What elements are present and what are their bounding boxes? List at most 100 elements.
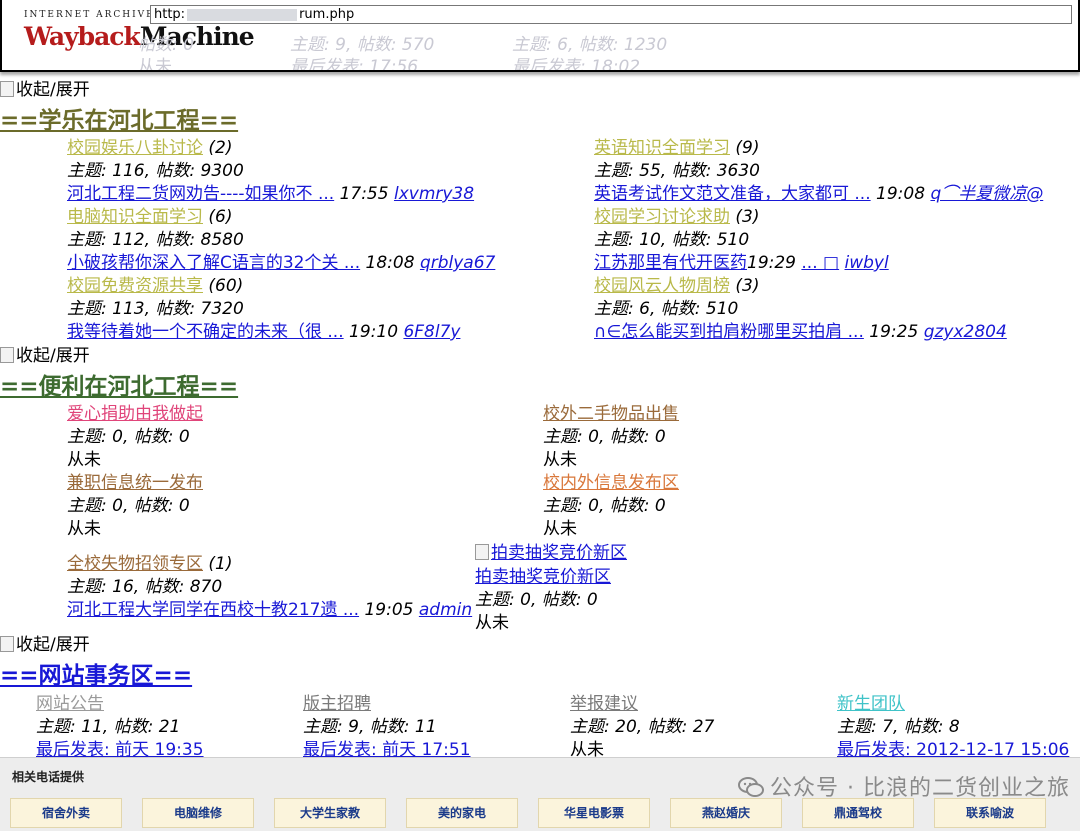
forum-stats: 主题: 10, 帖数: 510 [594, 230, 750, 250]
last-post-user[interactable]: gzyx2804 [924, 322, 1007, 342]
ghost-text: 最后发表: 17:56 [290, 57, 419, 72]
last-post: ∩∈怎么能买到拍肩粉哪里买拍肩 ... 19:25 gzyx2804 [594, 317, 1007, 342]
forum-entry: 电脑知识全面学习 (6) [67, 202, 233, 227]
phone-button-contact[interactable]: 联系喻波 [934, 798, 1046, 828]
collapse-toggle[interactable]: 收起/展开 [0, 75, 90, 100]
new-count: (6) [208, 207, 233, 227]
forum-link[interactable]: 校园学习讨论求助 [594, 207, 730, 227]
last-post-time: 18:08 [365, 253, 415, 273]
broken-image-icon [475, 544, 489, 560]
last-post-link-extra[interactable]: ... □ [801, 253, 839, 273]
forum-stats: 主题: 116, 帖数: 9300 [67, 161, 244, 181]
last-post-never: 从未 [67, 450, 101, 470]
category-title-convenience[interactable]: ==便利在河北工程== [0, 367, 238, 401]
new-count: (2) [208, 138, 233, 158]
ghost-text: 从未 [138, 57, 172, 72]
forum-link[interactable]: 网站公告 [36, 689, 104, 714]
forum-link[interactable]: 全校失物招领专区 [67, 554, 203, 574]
phone-button-dorm-takeout[interactable]: 宿舍外卖 [10, 798, 122, 828]
category-title-site-affairs[interactable]: ==网站事务区== [0, 656, 192, 690]
category-title-learning[interactable]: ==学乐在河北工程== [0, 101, 238, 135]
last-post-link[interactable]: 江苏那里有代开医药 [594, 253, 747, 273]
wayback-url-input[interactable]: http: rum.php [150, 5, 1072, 24]
last-post-link[interactable]: 英语考试作文范文准备，大家都可 ... [594, 184, 871, 204]
forum-entry: 校园学习讨论求助 (3) [594, 202, 760, 227]
forum-stats: 主题: 0, 帖数: 0 [67, 496, 190, 516]
last-post-time: 19:29 [747, 253, 796, 273]
last-post-time: 19:08 [876, 184, 926, 204]
forum-entry: 英语知识全面学习 (9) [594, 133, 760, 158]
forum-stats: 主题: 9, 帖数: 11 [303, 717, 437, 737]
phone-button-appliances[interactable]: 美的家电 [406, 798, 518, 828]
last-post-user[interactable]: iwbyl [845, 253, 889, 273]
forum-link[interactable]: 校园风云人物周榜 [594, 276, 730, 296]
forum-link[interactable]: 校园免费资源共享 [67, 276, 203, 296]
forum-entry: 全校失物招领专区 (1) [67, 549, 233, 574]
new-count: (3) [735, 276, 760, 296]
last-post-user[interactable]: qrblya67 [420, 253, 495, 273]
last-post: 江苏那里有代开医药19:29 ... □ iwbyl [594, 248, 889, 273]
last-post-link[interactable]: 小破孩帮你深入了解C语言的32个关 ... [67, 253, 360, 273]
last-post-user[interactable]: admin [419, 600, 472, 620]
forum-stats: 主题: 0, 帖数: 0 [543, 427, 666, 447]
url-prefix: http: [154, 7, 186, 22]
last-post: 我等待着她一个不确定的未来（很 ... 19:10 6F8l7y [67, 317, 460, 342]
forum-stats: 主题: 0, 帖数: 0 [543, 496, 666, 516]
forum-link[interactable]: 校园娱乐八卦讨论 [67, 138, 203, 158]
forum-link[interactable]: 兼职信息统一发布 [67, 468, 203, 493]
broken-image-icon [0, 81, 14, 97]
collapse-toggle[interactable]: 收起/展开 [0, 341, 90, 366]
forum-stats: 主题: 11, 帖数: 21 [36, 717, 181, 737]
forum-link[interactable]: 校内外信息发布区 [543, 468, 679, 493]
forum-entry: 校园风云人物周榜 (3) [594, 271, 760, 296]
last-post-never: 从未 [543, 450, 577, 470]
last-post-never: 从未 [67, 519, 101, 539]
url-redacted [187, 8, 298, 21]
forum-link[interactable]: 新生团队 [837, 689, 905, 714]
forum-link[interactable]: 举报建议 [570, 689, 638, 714]
phone-button-tutoring[interactable]: 大学生家教 [274, 798, 386, 828]
forum-link[interactable]: 英语知识全面学习 [594, 138, 730, 158]
last-post-link[interactable]: 河北工程大学同学在西校十教217遗 ... [67, 600, 359, 620]
last-post-never: 从未 [475, 613, 509, 633]
phone-panel: 相关电话提供 公众号 · 比浪的二货创业之旅 宿舍外卖 电脑维修 大学生家教 美… [0, 757, 1080, 831]
forum-link[interactable]: 爱心捐助由我做起 [67, 399, 203, 424]
last-post-time: 19:05 [364, 600, 414, 620]
forum-stats: 主题: 0, 帖数: 0 [475, 590, 598, 610]
forum-stats: 主题: 113, 帖数: 7320 [67, 299, 244, 319]
forum-link[interactable]: 电脑知识全面学习 [67, 207, 203, 227]
broken-image-icon [0, 347, 14, 363]
phone-button-driving-school[interactable]: 鼎通驾校 [802, 798, 914, 828]
forum-stats: 主题: 7, 帖数: 8 [837, 717, 960, 737]
wechat-icon [738, 777, 765, 797]
last-post-time: 19:25 [869, 322, 919, 342]
new-count: (1) [208, 554, 233, 574]
last-post: 河北工程大学同学在西校十教217遗 ... 19:05 admin [67, 595, 472, 620]
forum-link[interactable]: 校外二手物品出售 [543, 399, 679, 424]
phone-button-pc-repair[interactable]: 电脑维修 [142, 798, 254, 828]
last-post-time: 19:10 [349, 322, 399, 342]
broken-image-icon [0, 636, 14, 652]
last-post-link[interactable]: 河北工程二货网劝告----如果你不 ... [67, 184, 334, 204]
last-post: 河北工程二货网劝告----如果你不 ... 17:55 lxvmry38 [67, 179, 474, 204]
last-post: 小破孩帮你深入了解C语言的32个关 ... 18:08 qrblya67 [67, 248, 495, 273]
forum-link[interactable]: 拍卖抽奖竞价新区 [475, 562, 611, 587]
wayback-toolbar: INTERNET ARCHIVE WaybackMachine http: rum… [0, 0, 1080, 72]
last-post-link[interactable]: 我等待着她一个不确定的未来（很 ... [67, 322, 344, 342]
forum-icon-alt: 拍卖抽奖竞价新区 [491, 543, 627, 563]
last-post-never: 从未 [543, 519, 577, 539]
last-post-user[interactable]: lxvmry38 [394, 184, 474, 204]
forum-link[interactable]: 版主招聘 [303, 689, 371, 714]
phone-button-wedding[interactable]: 燕赵婚庆 [670, 798, 782, 828]
forum-icon-image[interactable]: 拍卖抽奖竞价新区 [475, 538, 627, 563]
last-post-user[interactable]: 6F8l7y [403, 322, 460, 342]
forum-stats: 主题: 16, 帖数: 870 [67, 577, 223, 597]
phone-button-movie-tickets[interactable]: 华星电影票 [538, 798, 650, 828]
last-post-user[interactable]: q⌒半夏微凉@ [930, 184, 1043, 204]
forum-entry: 校园免费资源共享 (60) [67, 271, 243, 296]
new-count: (60) [208, 276, 244, 296]
forum-stats: 主题: 6, 帖数: 510 [594, 299, 739, 319]
last-post-link[interactable]: ∩∈怎么能买到拍肩粉哪里买拍肩 ... [594, 322, 864, 342]
collapse-toggle[interactable]: 收起/展开 [0, 630, 90, 655]
forum-entry: 校园娱乐八卦讨论 (2) [67, 133, 233, 158]
